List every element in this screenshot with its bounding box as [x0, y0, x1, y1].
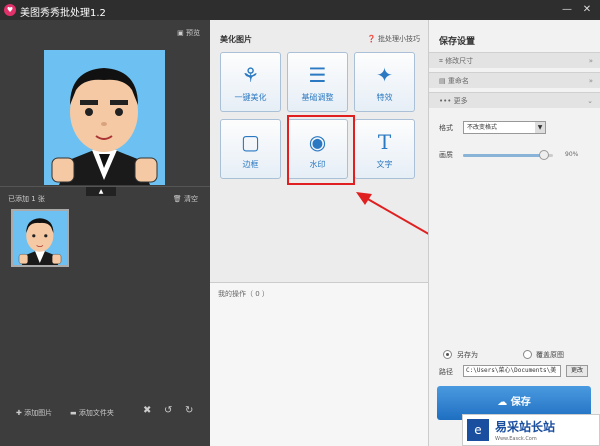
site-watermark: e 易采站长站 Www.Easck.Com [462, 414, 600, 446]
save-settings-panel: 保存设置 ⌗ 修改尺寸 » ▤ 重命名 » ••• 更多 ⌄ 格式 不改变格式 … [428, 20, 600, 446]
save-label: 保存 [510, 397, 531, 408]
site-name: 易采站长站 [495, 420, 556, 434]
quality-label: 画质 [439, 151, 453, 159]
resize-icon: ⌗ [439, 57, 443, 65]
more-icon: ••• [439, 97, 452, 105]
save-as-radio[interactable] [443, 350, 452, 359]
chevron-right-icon: » [588, 57, 593, 65]
overwrite-radio[interactable] [523, 350, 532, 359]
path-label: 路径 [439, 368, 453, 376]
section-label: 更多 [453, 97, 468, 105]
quality-slider-fill [463, 154, 544, 157]
quality-slider-knob[interactable] [539, 150, 549, 160]
format-select[interactable]: 不改变格式 ▼ [463, 121, 546, 134]
overwrite-label: 覆盖原图 [536, 351, 564, 359]
chevron-down-icon: ⌄ [587, 97, 593, 105]
rename-icon: ▤ [439, 77, 446, 85]
site-logo-icon: e [467, 419, 489, 441]
section-label: 重命名 [447, 77, 469, 85]
site-url: Www.Easck.Com [495, 436, 537, 442]
chevron-right-icon: » [588, 77, 593, 85]
quality-value: 90% [565, 151, 579, 158]
quality-slider[interactable] [463, 150, 553, 160]
section-more[interactable]: ••• 更多 ⌄ [429, 92, 600, 108]
change-path-button[interactable]: 更改 [566, 365, 588, 377]
section-resize[interactable]: ⌗ 修改尺寸 » [429, 52, 600, 68]
dropdown-arrow-icon: ▼ [535, 122, 545, 133]
section-rename[interactable]: ▤ 重命名 » [429, 72, 600, 88]
section-label: 修改尺寸 [445, 57, 474, 65]
save-settings-heading: 保存设置 [439, 37, 476, 47]
save-as-label: 另存为 [457, 351, 478, 359]
format-label: 格式 [439, 124, 453, 132]
save-cloud-icon: ☁ [497, 397, 508, 408]
path-field[interactable]: C:\Users\菜心\Documents\美 [463, 365, 561, 377]
format-value: 不改变格式 [467, 124, 498, 131]
